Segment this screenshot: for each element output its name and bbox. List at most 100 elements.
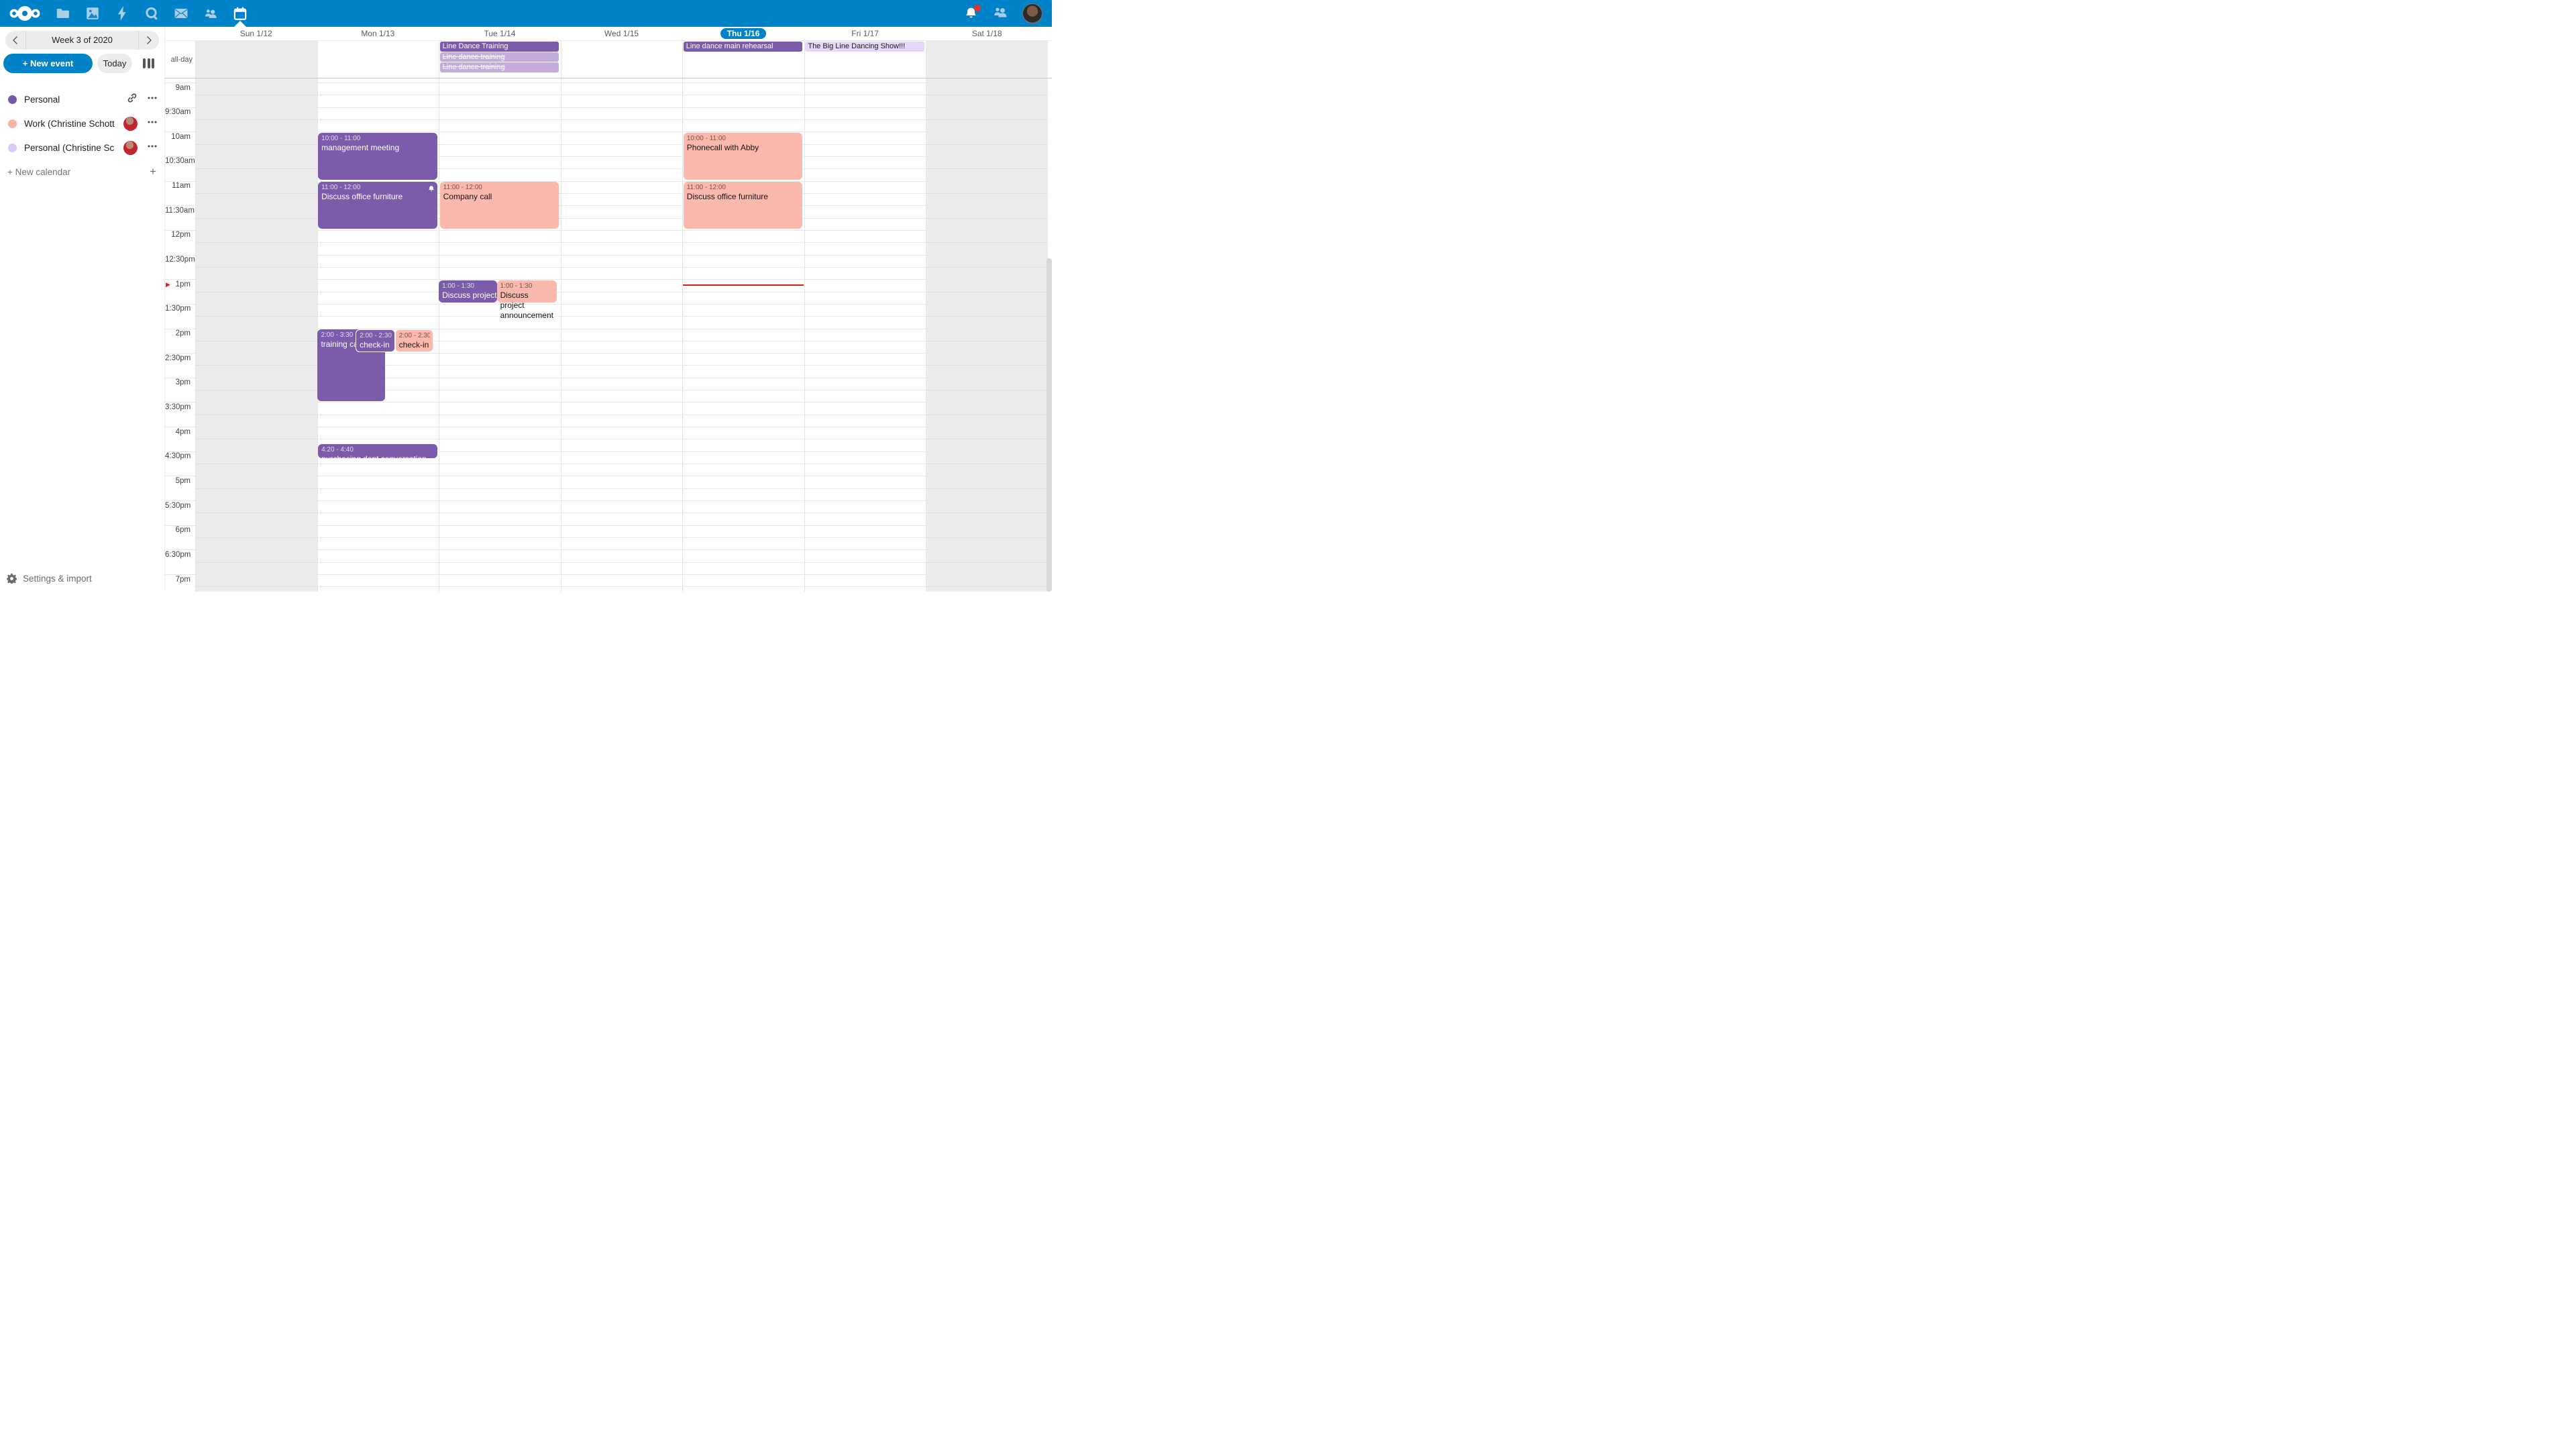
time-axis-label: 10:30am [165,157,191,165]
day-header-label[interactable]: Wed 1/15 [604,29,639,38]
gear-icon [7,574,17,584]
all-day-column[interactable] [561,41,683,78]
all-day-event[interactable]: Line dance training [440,62,559,72]
event[interactable]: 10:00 - 11:00management meeting [318,133,437,180]
calendar-list: Personal Work (Christine Schott) Personal … [0,87,164,184]
calendar-name: Personal (Christine Scho... [24,143,115,153]
files-folder-icon[interactable] [56,0,70,27]
user-avatar[interactable] [1022,3,1042,23]
grid-line [165,304,1048,305]
more-options-icon[interactable] [147,117,158,131]
grid-line [165,549,1048,550]
day-header-label[interactable]: Tue 1/14 [484,29,515,38]
grid-line [195,537,1048,538]
grid-line [165,156,1048,157]
shared-by-avatar [123,117,138,131]
grid-line [165,279,1048,280]
time-axis-label: 4:30pm [165,452,191,460]
all-day-event[interactable]: The Big Line Dancing Show!!! [805,42,924,52]
day-header-label[interactable]: Sun 1/12 [240,29,272,38]
all-day-row: all-day Line Dance TrainingLine dance tr… [165,40,1052,78]
vertical-scrollbar[interactable] [1046,258,1052,592]
event[interactable]: 1:00 - 1:30Discuss project announcement [439,280,497,303]
grid-line [195,488,1048,489]
new-event-button[interactable]: + New event [3,54,93,73]
day-column[interactable] [195,78,317,592]
more-options-icon[interactable] [147,141,158,155]
sidebar-calendar-item[interactable]: Work (Christine Schott) [0,111,164,136]
mail-icon[interactable] [174,0,188,27]
event[interactable]: 11:00 - 12:00Discuss office furniture [684,182,803,229]
day-header-label[interactable]: Sat 1/18 [972,29,1002,38]
week-range-label[interactable]: Week 3 of 2020 [25,31,139,50]
day-column[interactable] [804,78,926,592]
more-options-icon[interactable] [147,93,158,107]
event-time: 4:20 - 4:40 [321,445,435,454]
grid-line [195,316,1048,317]
day-header-label[interactable]: Mon 1/13 [361,29,394,38]
day-header[interactable]: Sun 1/12 [195,27,317,40]
share-link-icon[interactable] [127,93,138,107]
event[interactable]: 4:20 - 4:40purchasing dept conversation [318,444,437,458]
event[interactable]: 10:00 - 11:00Phonecall with Abby [684,133,803,180]
today-button[interactable]: Today [97,54,132,73]
time-axis-label: 6pm [165,526,191,534]
day-column[interactable] [926,78,1048,592]
all-day-event[interactable]: Line Dance Training [440,42,559,52]
grid-line [195,242,1048,243]
day-header[interactable]: Tue 1/14 [439,27,561,40]
activity-icon[interactable] [115,0,129,27]
all-day-event[interactable]: Line dance main rehearsal [684,42,803,52]
grid-line [165,107,1048,108]
time-axis-label: 10am [165,133,191,141]
time-grid[interactable]: 9am9:30am10am10:30am11am11:30am12pm12:30… [165,78,1052,592]
day-header-label[interactable]: Fri 1/17 [851,29,879,38]
settings-and-import[interactable]: Settings & import [0,568,164,589]
grid-line [165,131,1048,132]
all-day-event[interactable]: Line dance training [440,52,559,62]
calendar-name: Personal [24,95,60,105]
event[interactable]: 1:00 - 1:30Discuss project announcement [497,280,557,303]
contacts-icon[interactable] [204,0,217,27]
grid-line [165,255,1048,256]
today-day-header[interactable]: Thu 1/16 [720,28,767,39]
new-calendar-label: + New calendar [7,167,70,177]
sidebar-actions: + New event Today [3,54,161,73]
day-column[interactable] [561,78,683,592]
day-header[interactable]: Wed 1/15 [561,27,683,40]
week-navigation: Week 3 of 2020 [5,31,159,50]
day-column[interactable] [439,78,561,592]
day-header[interactable]: Fri 1/17 [804,27,926,40]
event[interactable]: 2:00 - 2:30check-in [395,329,434,352]
day-header[interactable]: Sat 1/18 [926,27,1048,40]
time-axis-label: 11:30am [165,207,191,215]
all-day-column[interactable] [317,41,439,78]
bell-icon[interactable] [965,7,978,20]
chevron-right-icon[interactable] [139,31,159,50]
contacts-menu-icon[interactable] [993,5,1008,22]
nextcloud-logo[interactable] [8,5,42,22]
all-day-column[interactable] [926,41,1048,78]
calendar-name: Work (Christine Schott) [24,119,115,129]
all-day-column[interactable] [195,41,317,78]
view-mode-columns-icon[interactable] [143,54,154,73]
settings-label: Settings & import [23,574,92,584]
time-axis-label: 2pm [165,329,191,337]
day-header[interactable]: Thu 1/16 [682,27,804,40]
talk-icon[interactable] [145,0,158,27]
day-header-row: Sun 1/12 Mon 1/13 Tue 1/14 Wed 1/15 Thu 1/16… [165,27,1052,40]
chevron-left-icon[interactable] [5,31,25,50]
app-menu [56,0,247,27]
week-view: Sun 1/12 Mon 1/13 Tue 1/14 Wed 1/15 Thu 1/16… [164,27,1052,592]
event[interactable]: 11:00 - 12:00Discuss office furniture [318,182,437,229]
new-calendar-button[interactable]: + New calendar+ [0,160,164,184]
grid-line [165,525,1048,526]
event[interactable]: 11:00 - 12:00Company call [440,182,559,229]
sidebar-calendar-item[interactable]: Personal (Christine Scho... [0,136,164,160]
calendar-icon[interactable] [233,0,247,27]
day-header[interactable]: Mon 1/13 [317,27,439,40]
photos-icon[interactable] [86,0,99,27]
sidebar-calendar-item[interactable]: Personal [0,87,164,111]
time-axis-label: 7pm [165,576,191,584]
event[interactable]: 2:00 - 2:30check-in [356,329,394,352]
